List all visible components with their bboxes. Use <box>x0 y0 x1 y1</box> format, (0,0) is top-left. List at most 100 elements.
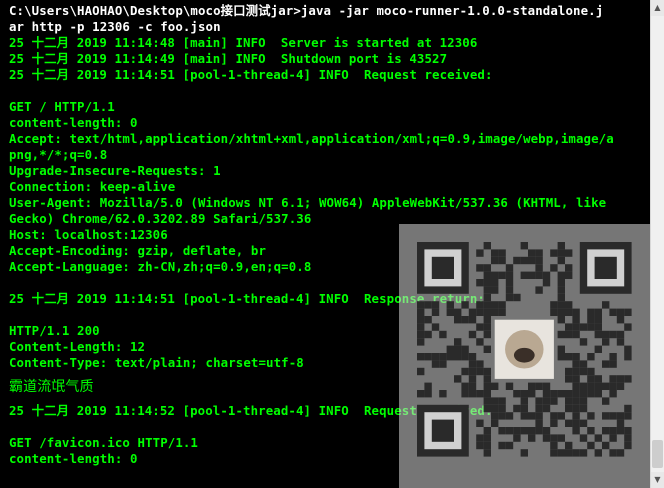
qr-module <box>454 316 462 324</box>
qr-module <box>565 353 573 361</box>
qr-module <box>417 301 425 309</box>
qr-module <box>616 382 625 390</box>
qr-module <box>557 434 565 442</box>
qr-module <box>476 338 484 346</box>
console-line: 25 十二月 2019 11:14:51 [pool-1-thread-4] I… <box>9 67 493 82</box>
qr-module <box>483 434 491 442</box>
console-line: Connection: keep-alive <box>9 179 176 194</box>
qr-module <box>498 271 506 279</box>
qr-code-icon <box>417 242 632 457</box>
qr-module <box>520 271 528 279</box>
qr-module <box>579 449 588 457</box>
qr-module <box>439 390 447 398</box>
qr-module <box>602 360 610 368</box>
qr-module <box>528 434 536 442</box>
qr-module <box>572 367 580 376</box>
qr-module <box>572 316 580 324</box>
qr-module <box>468 316 477 324</box>
qr-module <box>572 404 580 413</box>
qr-module <box>535 404 543 413</box>
qr-module <box>579 390 588 398</box>
qr-module <box>513 390 521 398</box>
qr-module <box>572 323 580 331</box>
qr-module <box>461 301 469 309</box>
qr-module <box>520 397 528 405</box>
qr-module <box>520 449 528 457</box>
qr-module <box>572 390 580 398</box>
scroll-thumb[interactable] <box>652 440 663 468</box>
qr-module <box>565 323 573 331</box>
qr-module <box>565 404 573 413</box>
qr-module <box>550 301 558 309</box>
qr-module <box>468 382 477 390</box>
qr-module <box>491 279 499 287</box>
vertical-scrollbar[interactable]: ▲ ▼ <box>650 0 664 488</box>
qr-module <box>468 367 477 376</box>
qr-module <box>535 249 543 257</box>
qr-module <box>579 338 588 346</box>
qr-module <box>624 375 632 383</box>
qr-module <box>483 330 491 339</box>
qr-module <box>454 345 462 353</box>
qr-module <box>461 382 469 390</box>
qr-module <box>439 330 447 339</box>
qr-module <box>498 256 506 265</box>
qr-module <box>616 308 625 316</box>
qr-module <box>520 242 528 250</box>
qr-module <box>565 419 573 427</box>
console-line: GET / HTTP/1.1 <box>9 99 115 114</box>
qr-module <box>557 390 565 398</box>
qr-module <box>498 308 506 316</box>
qr-module <box>491 397 499 405</box>
qr-module <box>579 367 588 376</box>
scroll-up-arrow[interactable]: ▲ <box>651 0 664 16</box>
qr-module <box>579 382 588 390</box>
qr-module <box>498 412 506 420</box>
qr-module <box>557 330 565 339</box>
qr-module <box>587 412 595 420</box>
qr-module <box>579 360 588 368</box>
qr-module <box>498 404 506 413</box>
qr-module <box>468 308 477 316</box>
qr-module <box>520 404 528 413</box>
qr-module <box>417 338 425 346</box>
qr-module <box>528 390 536 398</box>
qr-code-overlay <box>399 224 651 488</box>
qr-module <box>483 367 491 376</box>
qr-module <box>454 308 462 316</box>
qr-module <box>572 412 580 420</box>
qr-module <box>498 301 506 309</box>
qr-module <box>483 404 491 413</box>
scroll-down-arrow[interactable]: ▼ <box>651 472 664 488</box>
qr-module <box>542 271 551 279</box>
qr-module <box>594 323 602 331</box>
qr-module <box>483 264 491 272</box>
qr-module <box>446 301 454 309</box>
qr-module <box>594 345 602 353</box>
qr-module <box>624 412 632 420</box>
qr-module <box>594 434 602 442</box>
qr-module <box>491 308 499 316</box>
qr-module <box>572 419 580 427</box>
qr-module <box>528 249 536 257</box>
qr-module <box>528 412 536 420</box>
qr-module <box>535 256 543 265</box>
qr-module <box>446 308 454 316</box>
qr-module <box>513 293 521 302</box>
qr-module <box>513 434 521 442</box>
qr-module <box>476 390 484 398</box>
qr-module <box>572 360 580 368</box>
qr-module <box>505 279 514 287</box>
qr-module <box>535 427 543 435</box>
qr-module <box>483 390 491 398</box>
qr-module <box>505 286 514 294</box>
qr-module <box>431 360 440 368</box>
qr-module <box>557 242 565 250</box>
qr-module <box>587 382 595 390</box>
qr-module <box>602 338 610 346</box>
qr-module <box>602 330 610 339</box>
qr-module <box>624 434 632 442</box>
qr-module <box>609 353 617 361</box>
qr-module <box>483 449 491 457</box>
qr-module <box>587 441 595 450</box>
